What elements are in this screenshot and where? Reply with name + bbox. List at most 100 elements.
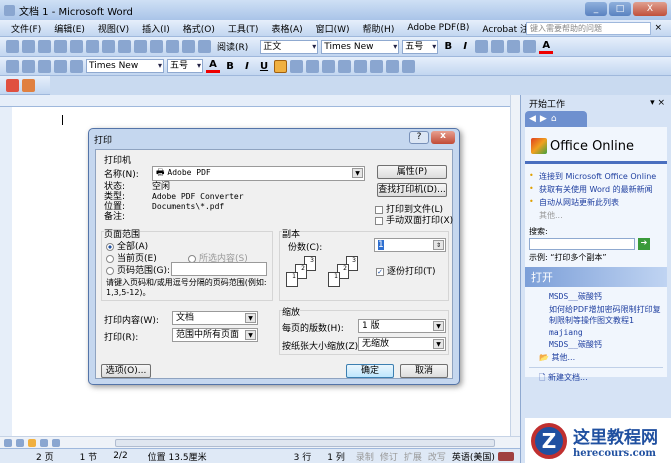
font-select[interactable]: Times New Roman	[86, 59, 164, 73]
print-preview-icon[interactable]	[86, 40, 99, 53]
justify-icon[interactable]	[322, 59, 335, 73]
web-view-icon[interactable]	[16, 438, 24, 447]
recent-file[interactable]: majiang	[525, 327, 667, 338]
help-search-input[interactable]: 键入需要帮助的问题	[526, 22, 651, 35]
save-icon[interactable]	[38, 40, 51, 53]
normal-view-icon[interactable]	[4, 438, 12, 447]
recent-file[interactable]: MSDS__碳酸钙	[525, 338, 667, 351]
properties-button[interactable]: 属性(P)	[377, 165, 447, 179]
cut-icon[interactable]	[38, 59, 51, 73]
char-scale-icon[interactable]	[402, 59, 415, 73]
convert-pdf-icon[interactable]	[6, 78, 19, 92]
align-left-icon[interactable]	[274, 59, 287, 73]
collate-checkbox[interactable]: ✓ 逐份打印(T)	[376, 264, 436, 277]
recent-file[interactable]: 如何给PDF增加密码限制打印复制限制等操作图文教程1	[525, 303, 667, 327]
pane-link-news[interactable]: 获取有关使用 Word 的最新新闻	[525, 183, 667, 196]
copy-icon[interactable]	[54, 59, 67, 73]
bold-button[interactable]: B	[441, 41, 455, 52]
italic-button[interactable]: I	[458, 41, 472, 52]
font-color-button[interactable]: A	[539, 40, 554, 54]
open-more-link[interactable]: 其他...	[552, 353, 576, 362]
paste-icon[interactable]	[150, 40, 163, 53]
manual-duplex-checkbox[interactable]: 手动双面打印(X)	[375, 213, 453, 226]
new-icon[interactable]	[6, 40, 19, 53]
menu-insert[interactable]: 插入(I)	[137, 22, 175, 35]
range-pages-radio[interactable]: 页码范围(G):	[106, 263, 170, 276]
options-button[interactable]: 选项(O)...	[101, 364, 151, 378]
new-document-link[interactable]: 新建文档...	[548, 373, 588, 382]
menu-edit[interactable]: 编辑(E)	[49, 22, 90, 35]
copies-spinner[interactable]: 1 ⇕	[374, 238, 446, 252]
pane-link-connect[interactable]: 连接到 Microsoft Office Online	[525, 170, 667, 183]
pane-search-input[interactable]	[529, 238, 635, 250]
convert-email-pdf-icon[interactable]	[22, 78, 35, 92]
hyperlink-icon[interactable]	[182, 40, 195, 53]
menu-window[interactable]: 窗口(W)	[311, 22, 355, 35]
page-range-input[interactable]	[171, 262, 267, 276]
status-ext[interactable]: 扩展	[401, 450, 425, 463]
numbering-icon[interactable]	[491, 40, 505, 53]
spelling-icon[interactable]	[102, 40, 115, 53]
indent-icon[interactable]	[523, 40, 537, 53]
italic-button[interactable]: I	[240, 61, 254, 72]
close-button[interactable]: X	[633, 2, 667, 16]
close-doc-icon[interactable]: ×	[649, 23, 667, 33]
save-icon[interactable]	[6, 59, 19, 73]
underline-button[interactable]: U	[257, 61, 271, 72]
horizontal-scroll-thumb[interactable]	[115, 439, 495, 447]
numbering-icon[interactable]	[338, 59, 351, 73]
menu-table[interactable]: 表格(A)	[266, 22, 307, 35]
pane-menu-close[interactable]: ▾ ×	[650, 98, 665, 108]
permission-icon[interactable]	[54, 40, 67, 53]
table-icon[interactable]	[198, 40, 211, 53]
undo-icon[interactable]	[166, 40, 179, 53]
size-select[interactable]: 五号	[167, 59, 203, 73]
print-icon[interactable]	[22, 59, 35, 73]
pane-link-more[interactable]: 其他...	[525, 209, 667, 222]
dialog-close-button[interactable]: x	[431, 131, 455, 144]
align-icon[interactable]	[475, 40, 489, 53]
pages-per-sheet-select[interactable]: 1 版 ▼	[358, 319, 446, 333]
ok-button[interactable]: 确定	[346, 364, 394, 378]
help-button[interactable]: ?	[409, 131, 429, 144]
status-rec[interactable]: 录制	[353, 450, 377, 463]
find-printer-button[interactable]: 查找打印机(D)...	[377, 183, 447, 197]
pane-link-update[interactable]: 自动从网站更新此列表	[525, 196, 667, 209]
cancel-button[interactable]: 取消	[400, 364, 448, 378]
bullets-icon[interactable]	[507, 40, 521, 53]
size-select[interactable]: 五号	[402, 39, 439, 54]
print-view-icon[interactable]	[28, 438, 36, 447]
print-icon[interactable]	[70, 40, 83, 53]
font-color-button[interactable]: A	[206, 59, 220, 73]
decrease-indent-icon[interactable]	[370, 59, 383, 73]
open-icon[interactable]	[22, 40, 35, 53]
menu-format[interactable]: 格式(O)	[178, 22, 220, 35]
status-trk[interactable]: 修订	[377, 450, 401, 463]
increase-indent-icon[interactable]	[386, 59, 399, 73]
menu-view[interactable]: 视图(V)	[93, 22, 134, 35]
scale-select[interactable]: 无缩放 ▼	[358, 337, 446, 351]
research-icon[interactable]	[118, 40, 131, 53]
align-center-icon[interactable]	[290, 59, 303, 73]
menu-tools[interactable]: 工具(T)	[223, 22, 264, 35]
bullets-icon[interactable]	[354, 59, 367, 73]
printer-select[interactable]: 🖶 Adobe PDF ▼	[152, 166, 365, 181]
menu-help[interactable]: 帮助(H)	[358, 22, 400, 35]
home-icon[interactable]: ⌂	[551, 114, 557, 124]
copy-icon[interactable]	[134, 40, 147, 53]
recent-file[interactable]: MSDS__碳酸钙	[525, 290, 667, 303]
vertical-scrollbar[interactable]	[510, 95, 520, 436]
bold-button[interactable]: B	[223, 61, 237, 72]
paste-icon[interactable]	[70, 59, 83, 73]
minimize-button[interactable]: _	[585, 2, 607, 16]
forward-icon[interactable]: ▶	[540, 114, 547, 124]
align-right-icon[interactable]	[306, 59, 319, 73]
horizontal-scrollbar[interactable]	[0, 436, 520, 448]
status-ovr[interactable]: 改写	[425, 450, 449, 463]
menu-adobe-pdf[interactable]: Adobe PDF(B)	[402, 23, 474, 33]
spelling-status-icon[interactable]	[497, 451, 514, 461]
print-what-select[interactable]: 文档 ▼	[172, 311, 258, 325]
back-icon[interactable]: ◀	[529, 114, 536, 124]
maximize-button[interactable]: □	[609, 2, 631, 16]
print-select[interactable]: 范围中所有页面 ▼	[172, 328, 258, 342]
